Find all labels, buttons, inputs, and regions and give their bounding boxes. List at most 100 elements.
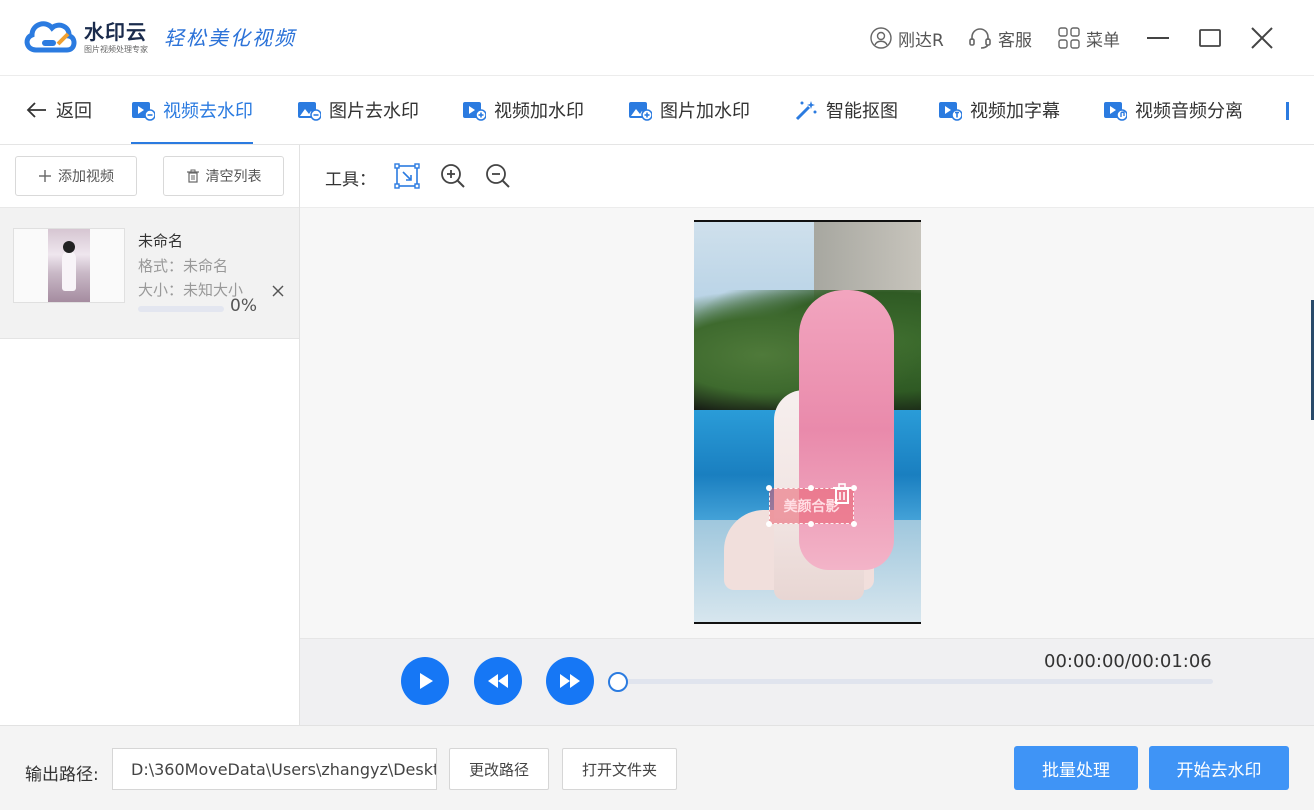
tab-video-add-watermark[interactable]: 视频加水印	[462, 76, 584, 144]
file-format: 格式：未命名	[138, 257, 229, 275]
change-path-button[interactable]: 更改路径	[449, 748, 549, 790]
file-progress-text: 0%	[230, 296, 257, 316]
tab-smart-cutout[interactable]: 智能抠图	[794, 76, 898, 144]
file-list-panel: 添加视频 清空列表 未命名 格式：未命名 大小：未知大小 0%	[0, 145, 300, 725]
zoom-in-icon	[441, 164, 465, 188]
output-bar: 输出路径: D:\360MoveData\Users\zhangyz\Deskt…	[0, 725, 1314, 810]
close-icon	[272, 285, 284, 297]
maximize-button[interactable]	[1196, 24, 1224, 52]
fit-selection-button[interactable]	[393, 162, 421, 190]
more-tabs-indicator[interactable]	[1286, 102, 1289, 120]
file-name: 未命名	[138, 232, 184, 250]
brand-subtitle: 图片视频处理专家	[84, 45, 148, 54]
brand-name: 水印云	[84, 20, 147, 44]
play-icon	[420, 673, 433, 689]
tab-image-remove-watermark[interactable]: 图片去水印	[297, 76, 419, 144]
tab-label: 视频加字幕	[970, 101, 1060, 122]
start-remove-watermark-button[interactable]: 开始去水印	[1149, 746, 1289, 790]
thumbnail-image	[48, 229, 90, 302]
rewind-icon	[488, 674, 508, 688]
tab-label: 视频音频分离	[1135, 101, 1243, 122]
tab-video-remove-watermark[interactable]: 视频去水印	[131, 76, 253, 144]
output-path-label: 输出路径:	[25, 765, 99, 785]
output-path-field[interactable]: D:\360MoveData\Users\zhangyz\Desktop	[112, 748, 437, 790]
maximize-icon	[1199, 29, 1221, 47]
tab-label: 图片去水印	[329, 101, 419, 122]
video-frame[interactable]: 美颜合影	[694, 220, 921, 624]
resize-handle[interactable]	[766, 485, 772, 491]
list-item[interactable]: 未命名 格式：未命名 大小：未知大小 0%	[0, 208, 299, 339]
add-video-button[interactable]: 添加视频	[15, 156, 137, 196]
select-box-icon	[394, 163, 420, 189]
fast-forward-button[interactable]	[546, 657, 594, 705]
cloud-logo-icon	[24, 21, 77, 53]
file-progress-bar	[138, 306, 224, 312]
video-audio-icon	[1104, 102, 1127, 121]
tools-label: 工具：	[325, 170, 376, 190]
magic-wand-icon	[795, 101, 817, 121]
resize-handle[interactable]	[808, 521, 814, 527]
thumbnail-head	[63, 241, 75, 253]
trash-icon	[186, 169, 199, 183]
file-size: 大小：未知大小	[138, 281, 244, 299]
image-add-icon	[629, 102, 652, 121]
zoom-out-icon	[486, 164, 510, 188]
video-remove-icon	[132, 102, 155, 121]
clear-list-label: 清空列表	[205, 169, 262, 185]
play-button[interactable]	[401, 657, 449, 705]
close-button[interactable]	[1248, 24, 1276, 52]
headset-icon	[969, 28, 991, 49]
back-button[interactable]: 返回	[26, 76, 92, 144]
remove-file-button[interactable]	[270, 283, 286, 299]
menu-button[interactable]: 菜单	[1058, 24, 1120, 52]
preview-area: 美颜合影	[300, 208, 1314, 638]
rewind-button[interactable]	[474, 657, 522, 705]
title-bar: 水印云 图片视频处理专家 轻松美化视频 刚达R 客服 菜单	[0, 0, 1314, 76]
tab-label: 图片加水印	[660, 101, 750, 122]
grid-menu-icon	[1058, 27, 1080, 49]
trash-icon	[833, 483, 851, 504]
zoom-out-button[interactable]	[484, 162, 512, 190]
plus-icon	[39, 170, 51, 182]
minimize-button[interactable]	[1144, 24, 1172, 52]
zoom-in-button[interactable]	[439, 162, 467, 190]
tools-bar: 工具：	[300, 145, 1314, 208]
seek-knob[interactable]	[608, 672, 628, 692]
thumbnail-figure	[62, 251, 76, 291]
video-thumbnail	[13, 228, 125, 303]
tab-label: 视频去水印	[163, 101, 253, 122]
back-label: 返回	[56, 101, 92, 122]
customer-service-button[interactable]: 客服	[968, 24, 1032, 52]
tab-video-audio-split[interactable]: 视频音频分离	[1103, 76, 1243, 144]
app-window: 水印云 图片视频处理专家 轻松美化视频 刚达R 客服 菜单 返回 视频去水印 图…	[0, 0, 1314, 810]
menu-label: 菜单	[1086, 30, 1120, 51]
resize-handle[interactable]	[766, 521, 772, 527]
seek-track[interactable]	[618, 679, 1213, 684]
slogan: 轻松美化视频	[164, 26, 296, 50]
add-video-label: 添加视频	[58, 169, 114, 185]
clear-list-button[interactable]: 清空列表	[163, 156, 284, 196]
batch-process-button[interactable]: 批量处理	[1014, 746, 1138, 790]
service-label: 客服	[998, 30, 1032, 51]
resize-handle[interactable]	[808, 485, 814, 491]
video-add-icon	[463, 102, 486, 121]
tab-image-add-watermark[interactable]: 图片加水印	[628, 76, 750, 144]
tab-video-subtitle[interactable]: 视频加字幕	[938, 76, 1060, 144]
image-remove-icon	[298, 102, 321, 121]
user-account[interactable]: 刚达R	[870, 24, 944, 52]
player-controls: 00:00:00/00:01:06	[300, 638, 1314, 725]
video-person-hair	[799, 290, 894, 570]
minimize-icon	[1147, 37, 1169, 39]
close-icon	[1251, 27, 1273, 49]
tab-label: 智能抠图	[826, 101, 898, 122]
open-folder-button[interactable]: 打开文件夹	[562, 748, 677, 790]
fast-forward-icon	[560, 674, 580, 688]
playback-time: 00:00:00/00:01:06	[1044, 651, 1212, 672]
user-name: 刚达R	[898, 30, 944, 51]
file-list-toolbar: 添加视频 清空列表	[0, 145, 299, 208]
video-subtitle-icon	[939, 102, 962, 121]
delete-selection-button[interactable]	[830, 482, 854, 506]
user-icon	[870, 27, 892, 49]
arrow-left-icon	[26, 102, 46, 118]
resize-handle[interactable]	[851, 521, 857, 527]
